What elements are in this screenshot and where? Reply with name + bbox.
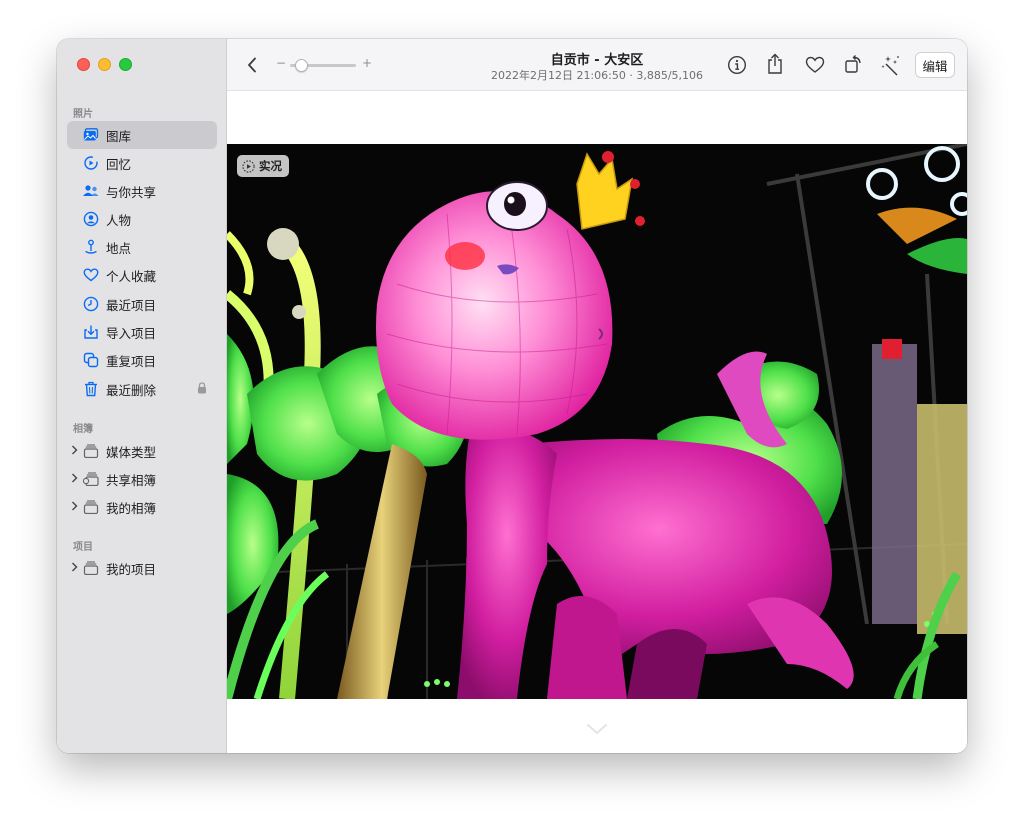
- memories-icon: [82, 154, 100, 172]
- zoom-window-button[interactable]: [119, 58, 132, 71]
- duplicates-icon: [82, 351, 100, 369]
- sidebar-item-library[interactable]: 图库: [67, 121, 217, 149]
- places-icon: [82, 238, 100, 256]
- edit-button[interactable]: 编辑: [915, 52, 955, 78]
- chevron-right-icon[interactable]: [71, 473, 81, 486]
- live-photo-icon: [242, 159, 255, 173]
- share-icon: [768, 53, 782, 74]
- shared-with-you-icon: [82, 182, 100, 200]
- chevron-right-icon[interactable]: [71, 445, 81, 458]
- trash-icon: [82, 380, 100, 398]
- sidebar-item-label: 我的项目: [106, 561, 157, 577]
- rotate-icon: [845, 55, 861, 73]
- section-label-projects: 项目: [73, 542, 93, 553]
- section-label-albums: 相簿: [73, 424, 93, 435]
- sidebar-item-label: 回忆: [106, 156, 132, 172]
- sidebar-item-my-albums[interactable]: 我的相簿: [67, 493, 217, 521]
- sidebar-item-places[interactable]: 地点: [67, 233, 217, 261]
- sidebar-item-shared-albums[interactable]: 共享相簿: [67, 465, 217, 493]
- sidebar: 照片 图库 回忆 与你共享 人物 地点 个人收藏 最近项目 导入项目 重复项目 …: [57, 39, 227, 753]
- lock-icon: [197, 382, 207, 397]
- photo-image[interactable]: 实况: [227, 144, 967, 699]
- toolbar: − + 自贡市 - 大安区 2022年2月12日 21:06:50 · 3,88…: [227, 39, 967, 91]
- sidebar-item-label: 导入项目: [106, 325, 157, 341]
- chevron-down-icon[interactable]: [585, 721, 609, 740]
- live-photo-label: 实况: [259, 159, 282, 173]
- info-icon: [727, 55, 747, 75]
- sidebar-item-imports[interactable]: 导入项目: [67, 318, 217, 346]
- chevron-right-icon[interactable]: [71, 562, 81, 575]
- heart-icon: [82, 266, 100, 284]
- favorite-button[interactable]: [803, 54, 827, 76]
- sidebar-item-label: 地点: [106, 240, 132, 256]
- sidebar-item-memories[interactable]: 回忆: [67, 149, 217, 177]
- lantern-dinosaur-photo: [227, 144, 967, 699]
- sidebar-item-my-projects[interactable]: 我的项目: [67, 554, 217, 582]
- sidebar-item-duplicates[interactable]: 重复项目: [67, 346, 217, 374]
- sidebar-item-label: 图库: [106, 128, 132, 144]
- import-icon: [82, 323, 100, 341]
- info-button[interactable]: [726, 54, 748, 76]
- sidebar-item-label: 与你共享: [106, 184, 157, 200]
- people-icon: [82, 210, 100, 228]
- sidebar-item-label: 重复项目: [106, 353, 157, 369]
- section-label-photos: 照片: [73, 109, 93, 120]
- sidebar-item-media-types[interactable]: 媒体类型: [67, 437, 217, 465]
- photos-window: 照片 图库 回忆 与你共享 人物 地点 个人收藏 最近项目 导入项目 重复项目 …: [57, 39, 967, 753]
- sidebar-item-favorites[interactable]: 个人收藏: [67, 261, 217, 289]
- sidebar-item-label: 人物: [106, 212, 132, 228]
- sidebar-item-label: 个人收藏: [106, 268, 157, 284]
- sidebar-item-people[interactable]: 人物: [67, 205, 217, 233]
- sidebar-item-label: 最近项目: [106, 297, 157, 313]
- heart-icon: [805, 56, 825, 73]
- rotate-button[interactable]: [842, 52, 866, 76]
- shared-album-icon: [82, 470, 100, 488]
- sidebar-item-label: 最近删除: [106, 382, 157, 398]
- sidebar-item-shared-with-you[interactable]: 与你共享: [67, 177, 217, 205]
- live-photo-badge[interactable]: 实况: [237, 155, 289, 177]
- sidebar-item-recently-deleted[interactable]: 最近删除: [67, 375, 217, 403]
- album-stack-icon: [82, 498, 100, 516]
- sidebar-item-label: 媒体类型: [106, 444, 157, 460]
- minimize-window-button[interactable]: [98, 58, 111, 71]
- magic-wand-icon: [881, 56, 899, 76]
- photo-viewer: 实况: [227, 91, 967, 753]
- share-button[interactable]: [764, 52, 786, 76]
- library-icon: [82, 126, 100, 144]
- clock-icon: [82, 295, 100, 313]
- window-controls: [77, 58, 132, 71]
- chevron-right-icon[interactable]: [71, 501, 81, 514]
- album-stack-icon: [82, 442, 100, 460]
- close-window-button[interactable]: [77, 58, 90, 71]
- album-stack-icon: [82, 559, 100, 577]
- sidebar-item-recents[interactable]: 最近项目: [67, 290, 217, 318]
- auto-enhance-button[interactable]: [879, 53, 903, 77]
- sidebar-item-label: 我的相簿: [106, 500, 157, 516]
- sidebar-item-label: 共享相簿: [106, 472, 157, 488]
